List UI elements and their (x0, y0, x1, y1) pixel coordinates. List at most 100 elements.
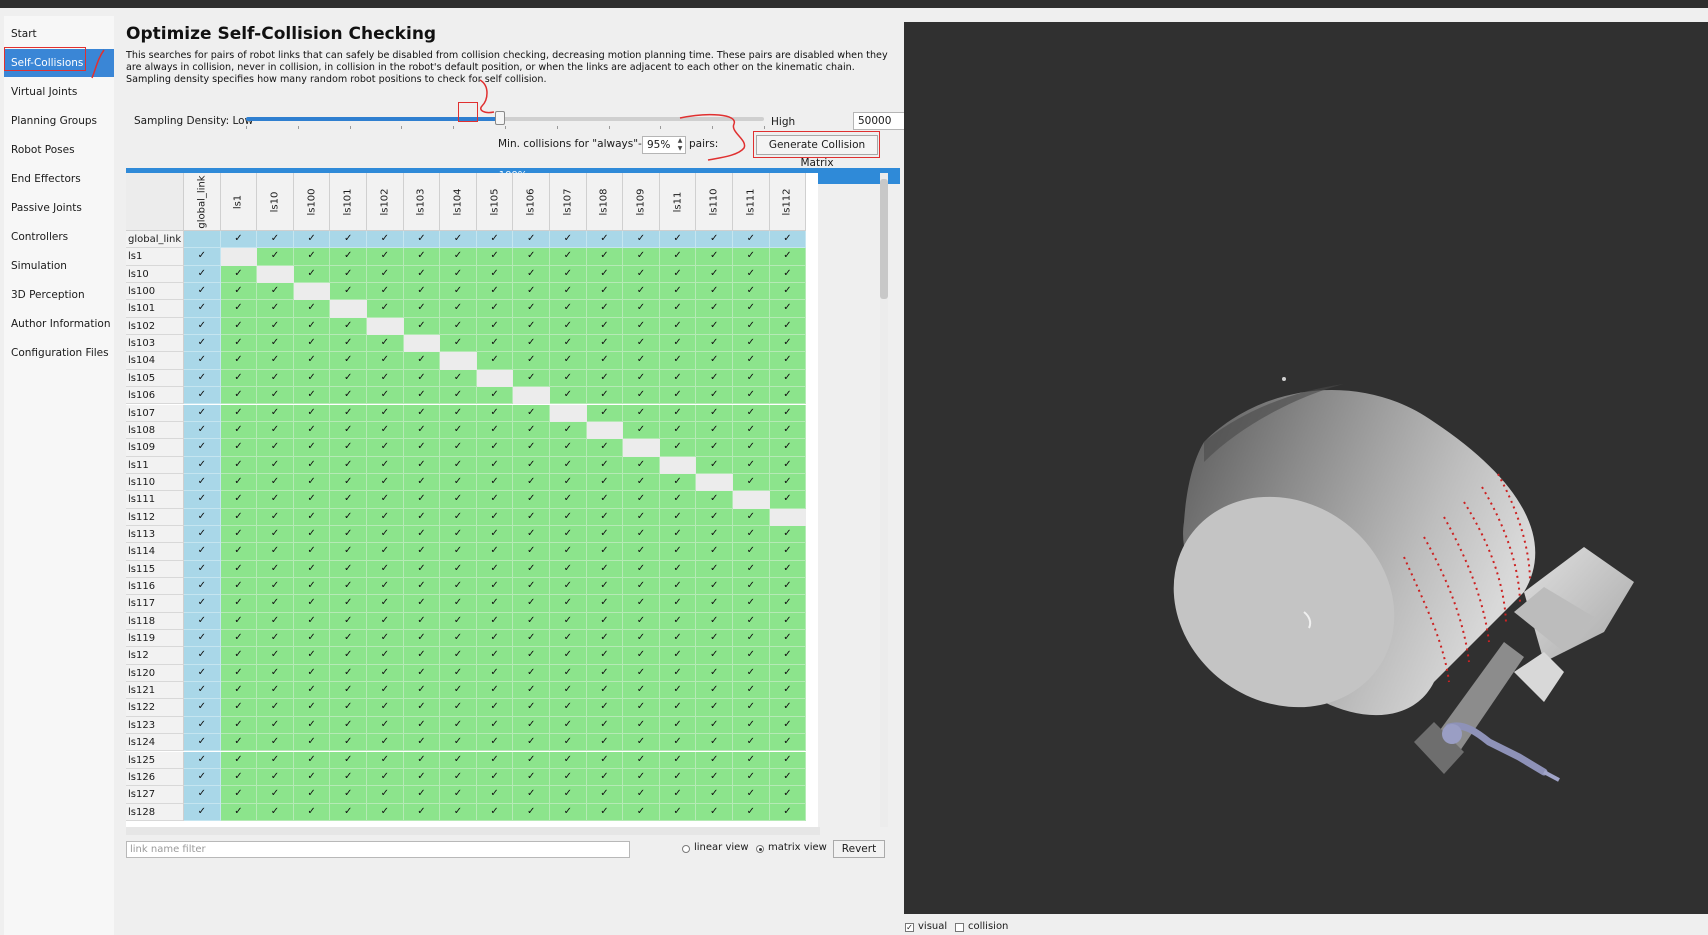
matrix-cell[interactable]: ✓ (293, 664, 331, 683)
matrix-cell[interactable]: ✓ (220, 612, 258, 631)
matrix-cell[interactable]: ✓ (293, 525, 331, 544)
matrix-cell[interactable]: ✓ (293, 803, 331, 821)
matrix-cell[interactable]: ✓ (220, 335, 258, 353)
matrix-cell[interactable]: ✓ (367, 786, 404, 804)
matrix-cell[interactable]: ✓ (659, 404, 697, 422)
matrix-cell[interactable]: ✓ (769, 612, 807, 631)
matrix-cell[interactable]: ✓ (550, 786, 587, 804)
matrix-cell[interactable]: ✓ (220, 508, 258, 526)
matrix-cell[interactable]: ✓ (659, 473, 697, 492)
matrix-cell[interactable]: ✓ (367, 352, 404, 370)
matrix-cell[interactable]: ✓ (513, 734, 550, 752)
matrix-cell[interactable]: ✓ (696, 335, 733, 353)
matrix-cell[interactable]: ✓ (220, 699, 258, 717)
matrix-cell[interactable]: ✓ (733, 803, 770, 821)
matrix-cell[interactable]: ✓ (257, 439, 294, 457)
matrix-cell[interactable]: ✓ (659, 335, 697, 353)
slider-handle[interactable] (494, 111, 505, 125)
matrix-cell[interactable]: ✓ (550, 265, 587, 284)
matrix-cell[interactable]: ✓ (330, 560, 367, 578)
matrix-cell[interactable]: ✓ (367, 335, 404, 353)
matrix-cell[interactable]: ✓ (440, 595, 477, 613)
matrix-cell[interactable]: ✓ (293, 387, 331, 405)
matrix-cell[interactable]: ✓ (403, 421, 441, 440)
matrix-cell[interactable]: ✓ (257, 578, 294, 596)
matrix-cell[interactable]: ✓ (184, 768, 221, 787)
matrix-cell[interactable]: ✓ (293, 231, 331, 249)
matrix-cell[interactable]: ✓ (257, 751, 294, 769)
matrix-cell[interactable]: ✓ (696, 387, 733, 405)
linear-view-radio[interactable] (682, 845, 690, 853)
matrix-cell[interactable] (257, 265, 294, 284)
matrix-cell[interactable]: ✓ (696, 647, 733, 665)
matrix-cell[interactable]: ✓ (367, 560, 404, 578)
matrix-cell[interactable]: ✓ (623, 543, 660, 561)
matrix-cell[interactable]: ✓ (220, 682, 258, 700)
matrix-cell[interactable]: ✓ (440, 473, 477, 492)
matrix-cell[interactable]: ✓ (476, 317, 514, 336)
matrix-cell[interactable]: ✓ (476, 352, 514, 370)
matrix-cell[interactable]: ✓ (696, 300, 733, 318)
matrix-cell[interactable]: ✓ (769, 525, 807, 544)
matrix-cell[interactable]: ✓ (696, 734, 733, 752)
matrix-cell[interactable]: ✓ (220, 578, 258, 596)
link-name-filter-input[interactable]: link name filter (126, 841, 630, 858)
matrix-cell[interactable]: ✓ (513, 300, 550, 318)
matrix-cell[interactable]: ✓ (220, 456, 258, 474)
matrix-cell[interactable]: ✓ (220, 786, 258, 804)
matrix-cell[interactable]: ✓ (330, 716, 367, 735)
matrix-cell[interactable]: ✓ (733, 630, 770, 648)
matrix-cell[interactable]: ✓ (476, 300, 514, 318)
matrix-cell[interactable] (623, 439, 660, 457)
matrix-cell[interactable]: ✓ (513, 630, 550, 648)
matrix-cell[interactable]: ✓ (330, 595, 367, 613)
matrix-cell[interactable]: ✓ (476, 647, 514, 665)
matrix-cell[interactable]: ✓ (550, 283, 587, 301)
matrix-cell[interactable]: ✓ (696, 456, 733, 474)
matrix-cell[interactable]: ✓ (257, 786, 294, 804)
matrix-cell[interactable]: ✓ (659, 578, 697, 596)
matrix-cell[interactable]: ✓ (293, 560, 331, 578)
matrix-cell[interactable]: ✓ (733, 768, 770, 787)
matrix-cell[interactable]: ✓ (659, 560, 697, 578)
matrix-cell[interactable]: ✓ (293, 456, 331, 474)
matrix-cell[interactable]: ✓ (330, 786, 367, 804)
matrix-cell[interactable]: ✓ (440, 404, 477, 422)
matrix-cell[interactable]: ✓ (330, 265, 367, 284)
matrix-cell[interactable]: ✓ (184, 578, 221, 596)
robot-3d-viewer[interactable] (904, 22, 1708, 914)
matrix-cell[interactable]: ✓ (550, 630, 587, 648)
matrix-cell[interactable]: ✓ (184, 404, 221, 422)
matrix-cell[interactable]: ✓ (440, 508, 477, 526)
matrix-cell[interactable]: ✓ (403, 369, 441, 388)
matrix-cell[interactable]: ✓ (769, 768, 807, 787)
collision-checkbox[interactable] (955, 923, 964, 932)
matrix-cell[interactable]: ✓ (403, 682, 441, 700)
spin-arrows-icon[interactable]: ▲▼ (675, 137, 685, 153)
matrix-cell[interactable]: ✓ (293, 508, 331, 526)
matrix-cell[interactable]: ✓ (476, 508, 514, 526)
matrix-cell[interactable]: ✓ (586, 560, 624, 578)
matrix-cell[interactable]: ✓ (440, 543, 477, 561)
matrix-cell[interactable]: ✓ (367, 421, 404, 440)
matrix-cell[interactable]: ✓ (220, 317, 258, 336)
matrix-cell[interactable] (696, 473, 733, 492)
matrix-cell[interactable]: ✓ (696, 595, 733, 613)
matrix-cell[interactable]: ✓ (696, 543, 733, 561)
matrix-cell[interactable]: ✓ (696, 352, 733, 370)
matrix-cell[interactable]: ✓ (659, 283, 697, 301)
matrix-cell[interactable]: ✓ (403, 734, 441, 752)
matrix-cell[interactable]: ✓ (733, 421, 770, 440)
matrix-cell[interactable]: ✓ (330, 352, 367, 370)
matrix-cell[interactable]: ✓ (733, 612, 770, 631)
matrix-cell[interactable]: ✓ (440, 751, 477, 769)
matrix-cell[interactable]: ✓ (293, 647, 331, 665)
matrix-cell[interactable]: ✓ (513, 439, 550, 457)
matrix-cell[interactable] (293, 283, 331, 301)
matrix-cell[interactable]: ✓ (550, 248, 587, 266)
matrix-cell[interactable]: ✓ (476, 404, 514, 422)
matrix-cell[interactable]: ✓ (330, 630, 367, 648)
matrix-cell[interactable]: ✓ (623, 473, 660, 492)
sidebar-item-virtual-joints[interactable]: Virtual Joints (4, 78, 114, 106)
matrix-cell[interactable]: ✓ (733, 664, 770, 683)
